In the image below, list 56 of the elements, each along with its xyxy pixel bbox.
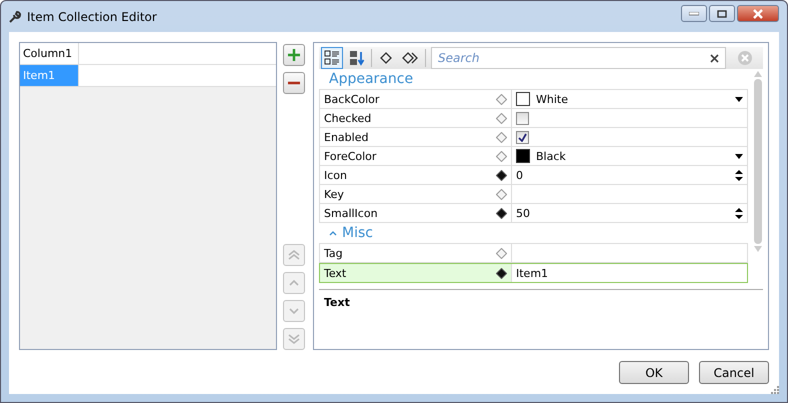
property-name[interactable]: SmallIcon — [324, 206, 496, 220]
window-title: Item Collection Editor — [27, 10, 158, 24]
ok-button[interactable]: OK — [619, 361, 689, 384]
property-name[interactable]: BackColor — [324, 92, 496, 106]
close-icon — [752, 8, 764, 18]
move-top-button[interactable] — [283, 244, 305, 266]
close-icon[interactable] — [710, 54, 719, 63]
minus-icon — [287, 81, 301, 85]
minimize-button[interactable] — [681, 5, 707, 22]
maximize-icon — [717, 10, 727, 18]
checkbox[interactable] — [516, 130, 529, 144]
property-value[interactable]: 50 — [516, 206, 729, 220]
diamond-icon[interactable] — [496, 188, 507, 200]
checkmark-icon — [518, 132, 527, 142]
search-field[interactable]: Search — [431, 47, 726, 69]
property-value[interactable]: Black — [536, 150, 729, 162]
maximize-button[interactable] — [709, 5, 735, 22]
add-button[interactable] — [283, 44, 305, 66]
diamond-icon[interactable] — [496, 150, 507, 162]
close-button[interactable] — [737, 5, 779, 22]
property-name[interactable]: ForeColor — [324, 150, 496, 162]
move-bottom-button[interactable] — [283, 328, 305, 350]
description-title: Text — [319, 289, 763, 349]
move-down-button[interactable] — [283, 300, 305, 322]
double-chevron-down-icon — [287, 332, 301, 346]
filled-diamond-icon[interactable] — [496, 208, 507, 218]
property-value[interactable]: 0 — [516, 168, 729, 182]
spinner-icon[interactable] — [735, 208, 743, 218]
wrench-icon — [9, 10, 21, 22]
property-name[interactable]: Text — [324, 266, 496, 280]
move-up-button[interactable] — [283, 272, 305, 294]
collapse-caret-icon[interactable] — [329, 230, 337, 236]
diamond-icon[interactable] — [496, 248, 507, 258]
diamond-icon — [380, 52, 392, 64]
property-value[interactable]: Item1 — [516, 266, 743, 280]
dropdown-arrow-icon[interactable] — [735, 154, 743, 158]
property-value[interactable]: White — [536, 92, 729, 106]
diamond-arrow-icon — [402, 52, 420, 64]
sort-down-icon — [349, 50, 365, 66]
dropdown-arrow-icon[interactable] — [735, 96, 743, 102]
categorized-list-icon — [324, 50, 340, 66]
double-chevron-up-icon — [287, 248, 301, 262]
minimize-icon — [689, 12, 699, 16]
spinner-icon[interactable] — [735, 170, 743, 180]
remove-button[interactable] — [283, 72, 305, 94]
categorized-button[interactable] — [321, 47, 343, 69]
cancel-button[interactable]: Cancel — [699, 361, 769, 384]
plus-icon — [287, 48, 301, 62]
filled-diamond-icon[interactable] — [496, 268, 507, 278]
diamond-icon[interactable] — [496, 94, 507, 104]
diamond-icon[interactable] — [496, 112, 507, 124]
filled-diamond-icon[interactable] — [496, 170, 507, 180]
resize-grip-icon[interactable] — [769, 384, 779, 394]
checkbox[interactable] — [516, 112, 529, 124]
property-name[interactable]: Icon — [324, 168, 496, 182]
diamond-icon[interactable] — [496, 132, 507, 142]
